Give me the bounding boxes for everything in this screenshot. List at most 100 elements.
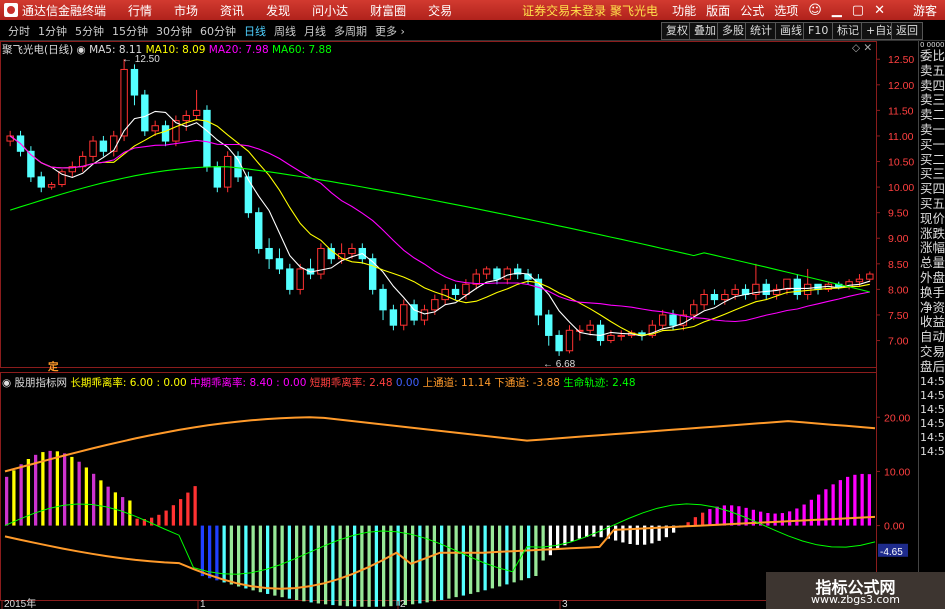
hist-bar-negative <box>200 525 205 577</box>
side-item: 14:56 <box>920 431 945 445</box>
side-item: 买三 <box>920 167 945 182</box>
side-item: 总量 <box>920 256 945 271</box>
tab-5min[interactable]: 5分钟 <box>75 23 104 39</box>
chart-svg[interactable]: 12.5012.0011.5011.0010.5010.009.509.008.… <box>0 41 918 609</box>
candle-down <box>130 68 139 96</box>
candle-up <box>296 268 304 290</box>
candle-up <box>803 283 812 296</box>
minimize-icon[interactable]: ▁ <box>832 3 842 18</box>
ind-axis-label: 0.00 <box>884 521 905 533</box>
menu-item-jiaoyi[interactable]: 交易 <box>428 2 452 19</box>
candle-up <box>731 288 739 296</box>
settings-diamond-icon[interactable]: ◇ ✕ <box>852 42 872 54</box>
hist-bar-positive <box>186 492 190 526</box>
menu-item-hangqing[interactable]: 行情 <box>128 2 152 19</box>
menu-item-banmian[interactable]: 版面 <box>706 2 730 19</box>
guest-label[interactable]: 游客 <box>913 2 937 19</box>
tab-monthly[interactable]: 月线 <box>304 23 326 39</box>
menu-item-wenxiaoda[interactable]: 问小达 <box>312 2 348 19</box>
tab-60min[interactable]: 60分钟 <box>200 23 236 39</box>
side-item: 14:56 <box>920 389 945 403</box>
hist-bar-positive <box>686 522 690 526</box>
side-item[interactable]: 自动 <box>919 330 945 345</box>
menu-item-gongneng[interactable]: 功能 <box>672 2 696 19</box>
side-item: 涨跌 <box>920 226 945 241</box>
hist-bar-positive <box>70 456 74 526</box>
menu-item-shichang[interactable]: 市场 <box>174 2 198 19</box>
hist-bar-negative <box>425 525 429 603</box>
candle-up <box>182 114 190 122</box>
tab-30min[interactable]: 30分钟 <box>156 23 192 39</box>
back-button[interactable]: 返回 <box>891 22 923 40</box>
hist-bar-positive <box>77 461 81 526</box>
side-item: 换手 <box>920 285 945 300</box>
candle-up <box>607 334 615 342</box>
hist-bar-positive <box>164 510 168 526</box>
side-top-label: 0 0000 <box>920 41 945 49</box>
indicator-name: 股朋指标网 <box>14 377 68 389</box>
close-icon[interactable]: ✕ <box>874 3 885 18</box>
time-axis-label: 3 <box>562 599 568 609</box>
hist-bar-negative <box>403 525 408 606</box>
candle-up <box>110 135 118 152</box>
hist-bar-negative <box>563 525 567 546</box>
hist-bar-negative <box>258 525 263 593</box>
ma5-label: MA5: 8.11 <box>89 44 143 56</box>
side-item[interactable]: 盘后 <box>919 360 945 375</box>
tab-15min[interactable]: 15分钟 <box>112 23 148 39</box>
tab-multi-period[interactable]: 多周期 <box>334 23 367 39</box>
chart-area[interactable]: 12.50 12.00 11.50 11.00 10.50 10.00 9.50 9.00 8.… <box>0 41 918 609</box>
hist-bar-negative <box>338 525 342 606</box>
side-item: 买四 <box>920 182 945 197</box>
maximize-icon[interactable]: ▢ <box>852 3 864 18</box>
candle-up <box>420 309 429 321</box>
stats-button[interactable]: 统计 <box>745 22 777 40</box>
watermark-url: www.zbgs3.com <box>811 593 900 606</box>
side-item: 14:56 <box>920 403 945 417</box>
price-axis-label: 12.50 <box>888 54 914 66</box>
menu-right: 功能 版面 公式 选项 ☺ ▁ ▢ ✕ 游客 <box>662 0 945 20</box>
candle-up <box>348 247 356 255</box>
side-items: 委比 卖五 卖四 卖三 卖二 卖一 买一 买二 买三 买四 买五 现价 涨跌 涨幅 总量 外盘 换手 净资 收益 自动… <box>919 49 945 459</box>
candle-down <box>451 288 460 296</box>
main-legend: 聚飞光电(日线) ◉ MA5: 8.11 MA10: 8.09 MA20: 7.… <box>2 42 332 57</box>
menu-item-faxian[interactable]: 发现 <box>266 2 290 19</box>
upper-channel-line <box>4 416 876 473</box>
tab-weekly[interactable]: 周线 <box>274 23 296 39</box>
flag-button[interactable]: 标记 <box>832 22 864 40</box>
ma10-line <box>9 119 870 336</box>
tab-more[interactable]: 更多 › <box>375 23 405 39</box>
app-title: 通达信金融终端 <box>22 3 107 18</box>
tab-fenshi[interactable]: 分时 <box>8 23 30 39</box>
ma60-line <box>10 166 870 293</box>
price-axis-label: 8.50 <box>888 259 909 271</box>
menu-item-caifuquan[interactable]: 财富圈 <box>370 2 406 19</box>
candle-up <box>6 135 14 142</box>
side-item[interactable]: 交易 <box>919 345 945 360</box>
hist-bar-positive <box>150 517 154 526</box>
tab-1min[interactable]: 1分钟 <box>38 23 67 39</box>
hist-bar-negative <box>215 525 219 581</box>
menu-item-xuanxiang[interactable]: 选项 <box>774 2 798 19</box>
hist-bar-negative <box>541 525 545 561</box>
feedback-icon[interactable]: ☺ <box>808 3 822 18</box>
login-notice[interactable]: 证券交易未登录 聚飞光电 <box>522 2 658 19</box>
menu-item-gongshi[interactable]: 公式 <box>740 2 764 19</box>
candle-up <box>89 140 97 157</box>
side-item: 卖一 <box>920 122 945 137</box>
candle-down <box>244 176 253 214</box>
app-logo-icon <box>4 3 18 17</box>
side-item: 卖二 <box>920 108 945 123</box>
tab-daily[interactable]: 日线 <box>244 23 266 39</box>
hist-bar-positive <box>135 518 139 526</box>
menu-item-zixun[interactable]: 资讯 <box>220 2 244 19</box>
ma60-label: MA60: 7.88 <box>272 44 332 56</box>
hist-bar-positive <box>730 505 734 526</box>
hist-bar-negative <box>621 525 625 543</box>
hist-bar-negative <box>266 525 270 594</box>
candle-up <box>78 155 87 168</box>
time-axis-label: 2 <box>400 599 406 609</box>
candle-up <box>586 324 594 331</box>
hist-bar-positive <box>92 473 96 526</box>
f10-button[interactable]: F10 <box>803 22 834 40</box>
